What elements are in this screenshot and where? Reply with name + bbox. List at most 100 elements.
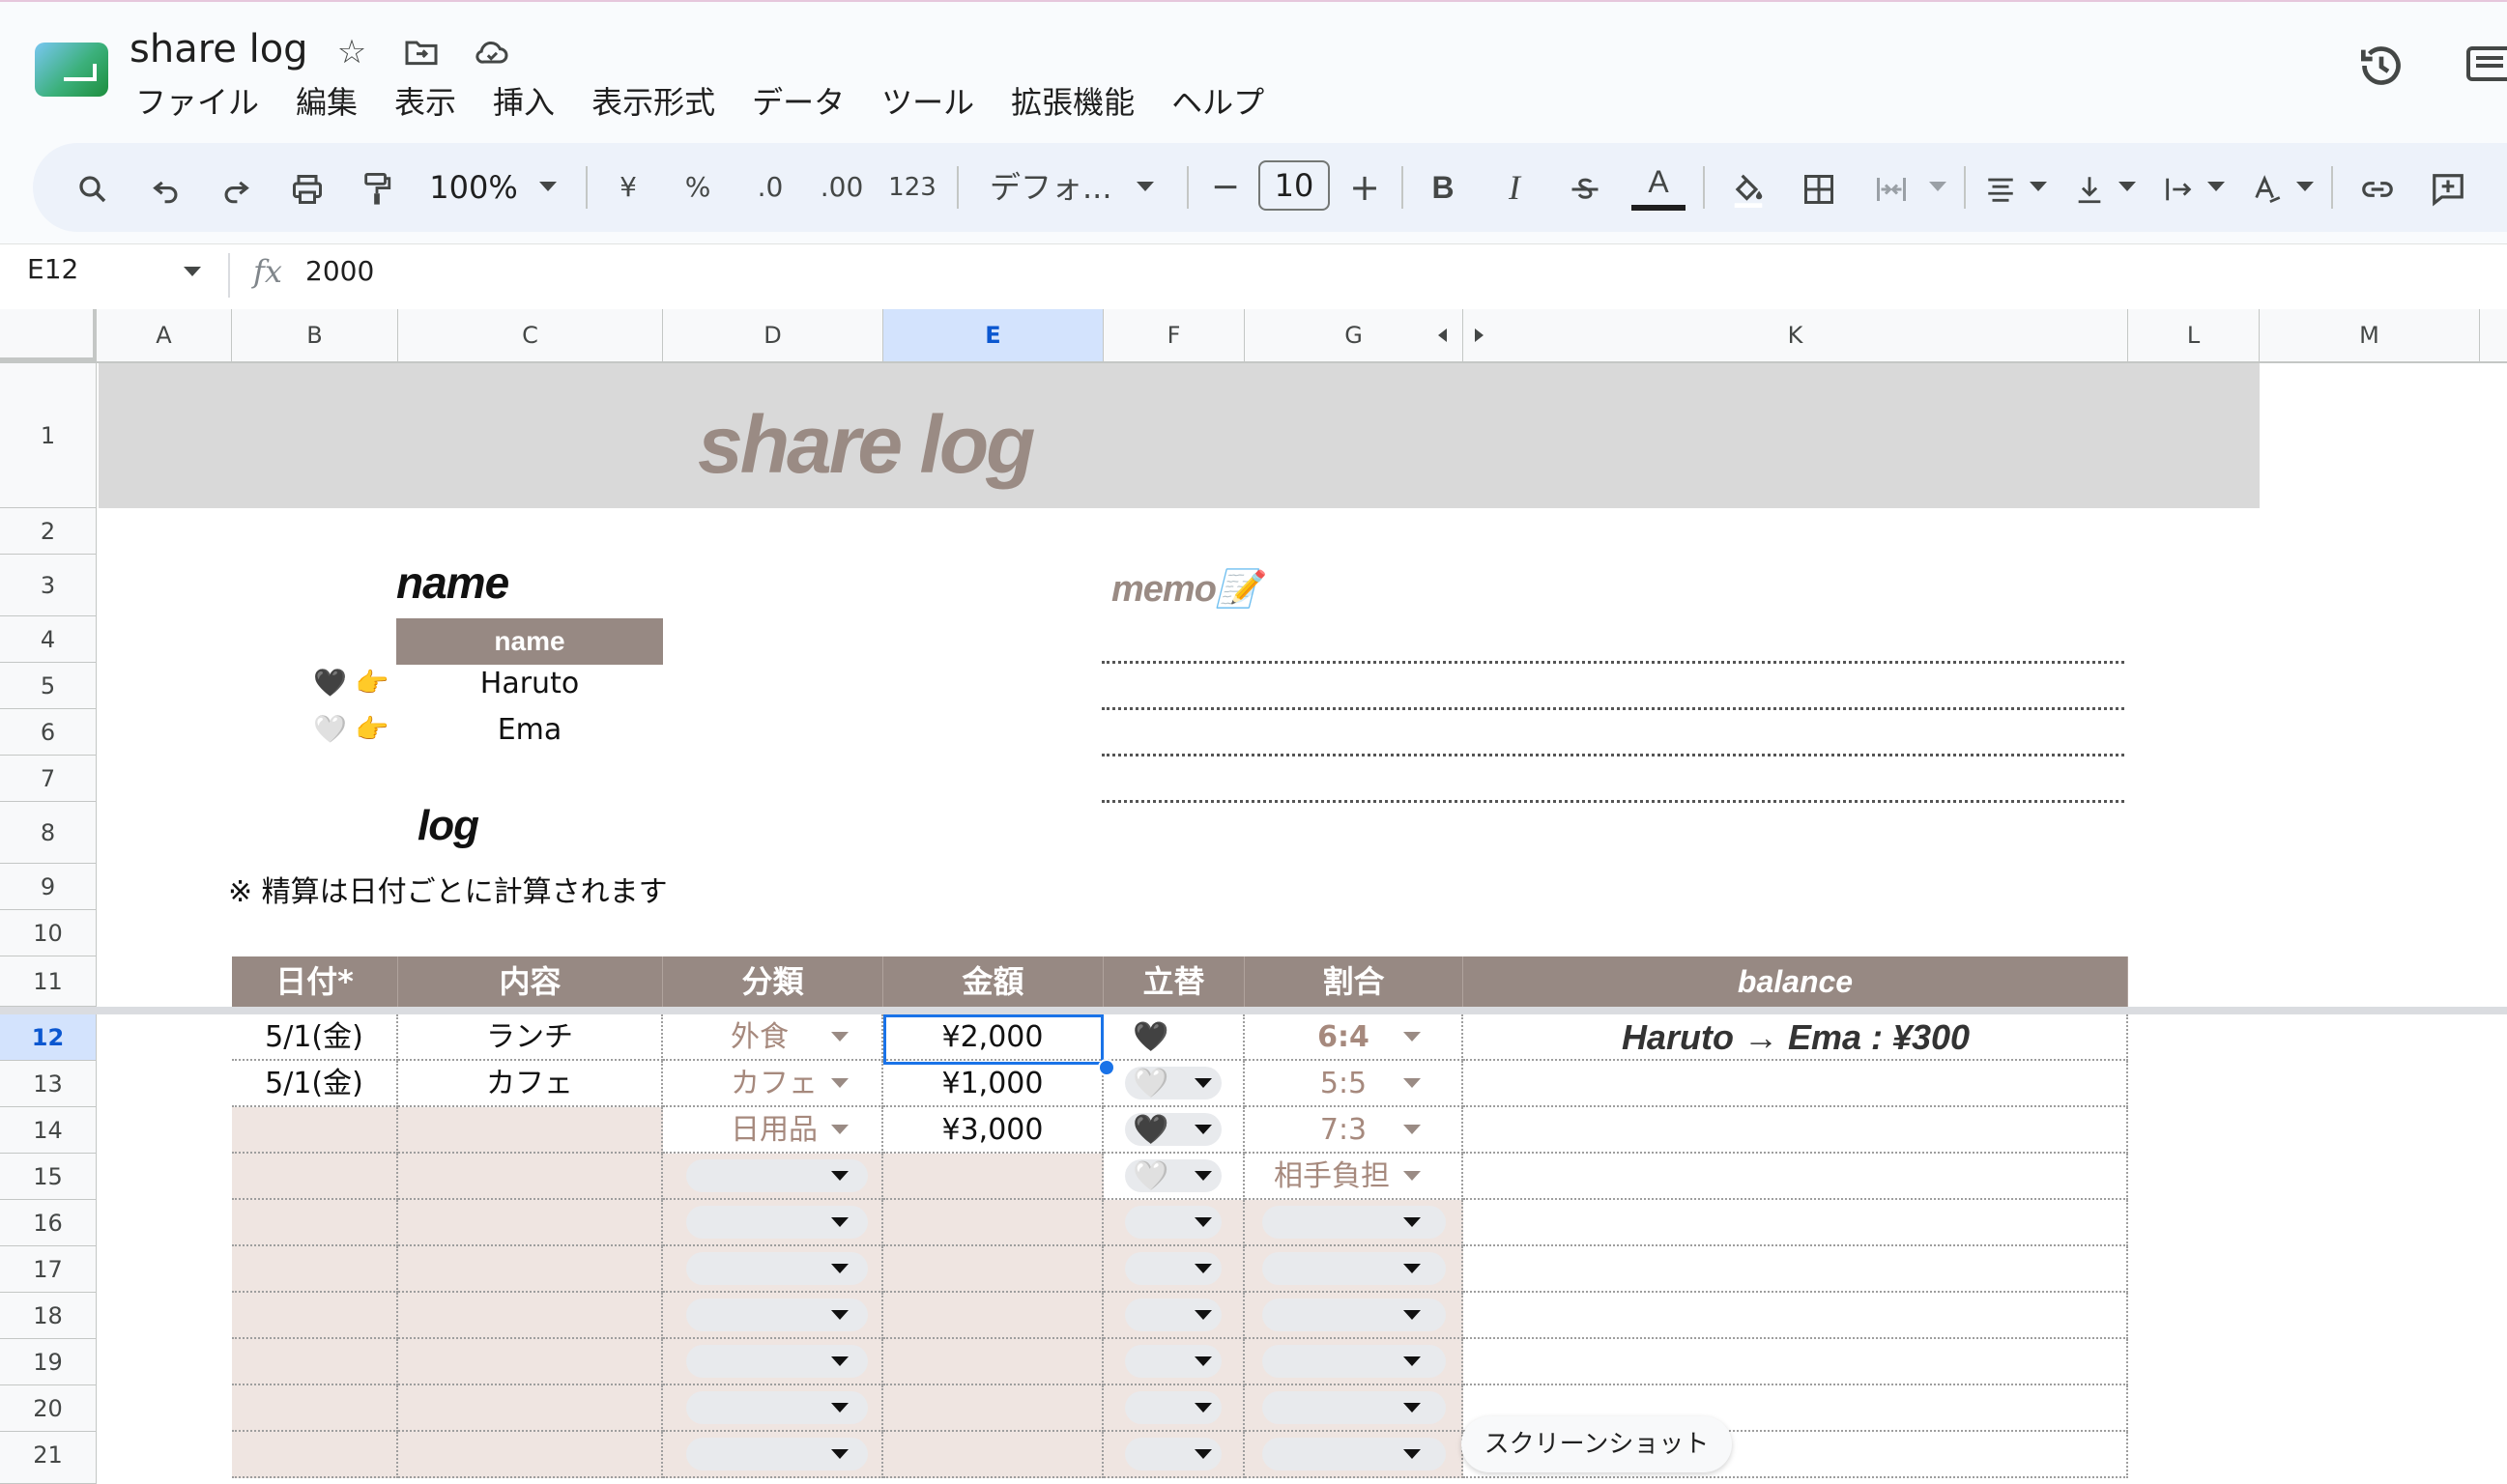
log-cell-content[interactable]	[398, 1339, 663, 1385]
text-rotation-icon[interactable]	[2248, 143, 2287, 232]
font-size-input[interactable]: 10	[1258, 160, 1330, 211]
row-header-17[interactable]: 17	[0, 1246, 97, 1293]
menu-format[interactable]: 表示形式	[573, 81, 734, 124]
redo-icon[interactable]	[213, 143, 259, 232]
print-icon[interactable]	[282, 143, 332, 232]
chevron-down-icon[interactable]	[1195, 1310, 1212, 1320]
log-cell-category[interactable]	[663, 1339, 883, 1385]
row-header-2[interactable]: 2	[0, 508, 97, 555]
log-cell-payer[interactable]	[1104, 1293, 1245, 1339]
log-cell-category[interactable]	[663, 1200, 883, 1246]
row-header-9[interactable]: 9	[0, 864, 97, 910]
row-header-14[interactable]: 14	[0, 1107, 97, 1154]
name-box-dropdown-icon[interactable]	[184, 267, 201, 276]
log-cell-content[interactable]: カフェ	[398, 1061, 663, 1107]
version-history-icon[interactable]	[2354, 39, 2408, 93]
column-header-l[interactable]: L	[2128, 309, 2260, 361]
chevron-down-icon[interactable]	[1403, 1217, 1421, 1227]
log-cell-amount[interactable]: ¥3,000	[883, 1107, 1104, 1154]
log-cell-balance[interactable]	[1463, 1154, 2128, 1200]
menu-help[interactable]: ヘルプ	[1153, 81, 1282, 124]
log-cell-payer[interactable]	[1104, 1246, 1245, 1293]
row-header-12[interactable]: 12	[0, 1014, 97, 1061]
log-cell-content[interactable]	[398, 1432, 663, 1478]
wrap-dropdown-icon[interactable]	[2207, 182, 2225, 191]
paint-format-icon[interactable]	[354, 143, 400, 232]
log-cell-payer[interactable]: 🤍	[1104, 1061, 1245, 1107]
log-cell-content[interactable]	[398, 1200, 663, 1246]
log-cell-ratio[interactable]	[1245, 1293, 1463, 1339]
row-header-8[interactable]: 8	[0, 802, 97, 864]
hidden-columns-left-arrow-icon[interactable]	[1438, 328, 1447, 342]
insert-link-icon[interactable]	[2356, 143, 2399, 232]
sheets-logo-icon[interactable]	[35, 43, 108, 97]
chevron-down-icon[interactable]	[831, 1449, 849, 1459]
document-title[interactable]: share log	[130, 27, 308, 71]
log-cell-payer[interactable]	[1104, 1385, 1245, 1432]
comments-icon[interactable]	[2464, 43, 2507, 89]
row-header-1[interactable]: 1	[0, 363, 97, 508]
chevron-down-icon[interactable]	[1195, 1449, 1212, 1459]
row-header-3[interactable]: 3	[0, 555, 97, 616]
increase-decimal-button[interactable]: .00	[818, 143, 866, 232]
menu-data[interactable]: データ	[734, 81, 863, 124]
row-header-5[interactable]: 5	[0, 663, 97, 709]
chevron-down-icon[interactable]	[1403, 1356, 1421, 1366]
name-cell-ema[interactable]: Ema	[396, 713, 663, 747]
log-cell-date[interactable]	[232, 1154, 398, 1200]
menu-extensions[interactable]: 拡張機能	[993, 81, 1153, 124]
column-header-c[interactable]: C	[398, 309, 663, 361]
italic-button[interactable]: I	[1494, 143, 1535, 232]
active-cell-selection[interactable]	[883, 1014, 1104, 1065]
column-header-k[interactable]: K	[1463, 309, 2128, 361]
move-folder-icon[interactable]	[402, 33, 441, 71]
log-cell-payer[interactable]: 🖤	[1104, 1014, 1245, 1061]
row-header-15[interactable]: 15	[0, 1154, 97, 1200]
menu-insert[interactable]: 挿入	[475, 81, 573, 124]
log-cell-date[interactable]	[232, 1339, 398, 1385]
rotation-dropdown-icon[interactable]	[2296, 182, 2314, 191]
memo-line[interactable]	[1102, 754, 2124, 756]
log-cell-category[interactable]	[663, 1154, 883, 1200]
column-header-b[interactable]: B	[232, 309, 398, 361]
chevron-down-icon[interactable]	[1403, 1078, 1421, 1088]
cloud-saved-icon[interactable]	[472, 33, 510, 71]
menu-edit[interactable]: 編集	[277, 81, 376, 124]
log-cell-content[interactable]	[398, 1107, 663, 1154]
log-cell-ratio[interactable]	[1245, 1339, 1463, 1385]
row-header-16[interactable]: 16	[0, 1200, 97, 1246]
log-cell-payer[interactable]: 🤍	[1104, 1154, 1245, 1200]
chevron-down-icon[interactable]	[831, 1125, 849, 1134]
name-box[interactable]: E12	[27, 253, 78, 285]
font-size-increase-button[interactable]: +	[1343, 143, 1386, 232]
log-cell-amount[interactable]: ¥1,000	[883, 1061, 1104, 1107]
log-cell-balance[interactable]	[1463, 1107, 2128, 1154]
balance-result[interactable]: Haruto → Ema : ¥300	[1465, 1014, 2126, 1061]
number-format-button[interactable]: 123	[887, 143, 937, 232]
decrease-decimal-button[interactable]: .0	[748, 143, 792, 232]
align-dropdown-icon[interactable]	[2030, 182, 2047, 191]
bold-button[interactable]: B	[1423, 143, 1463, 232]
font-dropdown-icon[interactable]	[1137, 182, 1154, 191]
log-cell-category[interactable]: カフェ	[663, 1061, 883, 1107]
row-header-18[interactable]: 18	[0, 1293, 97, 1339]
log-cell-content[interactable]	[398, 1293, 663, 1339]
zoom-dropdown-icon[interactable]	[539, 182, 557, 191]
log-cell-date[interactable]	[232, 1385, 398, 1432]
row-header-4[interactable]: 4	[0, 616, 97, 663]
undo-icon[interactable]	[143, 143, 189, 232]
chevron-down-icon[interactable]	[831, 1310, 849, 1320]
log-cell-amount[interactable]	[883, 1246, 1104, 1293]
row-header-6[interactable]: 6	[0, 709, 97, 756]
log-cell-amount[interactable]	[883, 1432, 1104, 1478]
chevron-down-icon[interactable]	[1195, 1171, 1212, 1181]
log-cell-date[interactable]: 5/1(金)	[232, 1014, 398, 1061]
menu-tools[interactable]: ツール	[863, 81, 993, 124]
log-cell-ratio[interactable]: 6:4	[1245, 1014, 1463, 1061]
log-cell-balance[interactable]	[1463, 1200, 2128, 1246]
log-cell-ratio[interactable]	[1245, 1432, 1463, 1478]
log-cell-ratio[interactable]	[1245, 1385, 1463, 1432]
row-header-13[interactable]: 13	[0, 1061, 97, 1107]
text-wrap-icon[interactable]	[2159, 143, 2198, 232]
valign-dropdown-icon[interactable]	[2118, 182, 2136, 191]
